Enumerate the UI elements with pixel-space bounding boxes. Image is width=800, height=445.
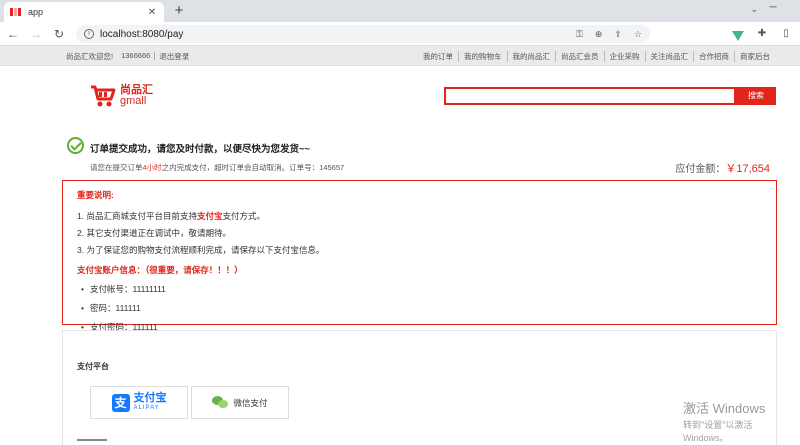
username-link[interactable]: 1366666 xyxy=(117,51,154,62)
site-logo[interactable]: 尚品汇 gmall xyxy=(90,80,170,112)
url-text[interactable]: localhost:8080/pay xyxy=(100,29,564,40)
logout-link[interactable]: 退出登录 xyxy=(155,51,193,62)
next-section-heading xyxy=(77,439,107,445)
site-info-icon[interactable]: i xyxy=(84,29,94,39)
platform-title: 支付平台 xyxy=(77,362,109,371)
browser-tab-strip: app ✕ + ⌄ ─ xyxy=(0,0,800,22)
minimize-window-icon[interactable]: ─ xyxy=(766,2,780,16)
close-tab-icon[interactable]: ✕ xyxy=(146,7,158,18)
site-top-bar: 尚品汇欢迎您! 1366666 退出登录 我的订单 我的购物车 我的尚品汇 尚品… xyxy=(0,46,800,66)
key-icon[interactable]: ⚿ xyxy=(576,29,583,40)
site-nav-links: 我的订单 我的购物车 我的尚品汇 尚品汇会员 企业采购 关注尚品汇 合作招商 商… xyxy=(418,51,775,62)
search-input[interactable] xyxy=(444,87,736,105)
link-membership[interactable]: 尚品汇会员 xyxy=(555,51,604,62)
amount-label: 应付金额： xyxy=(675,164,726,175)
vue-devtools-icon[interactable] xyxy=(732,31,744,41)
account-info-item: 支付帐号：11111111 xyxy=(81,283,762,295)
share-icon[interactable]: ⇪ xyxy=(614,29,622,40)
amount-value: ￥17,654 xyxy=(725,163,770,175)
deadline-hours: 4小时 xyxy=(142,163,162,172)
payment-deadline-text: 请您在提交订单4小时之内完成支付，超时订单会自动取消。订单号：145657 xyxy=(90,162,344,173)
link-my-orders[interactable]: 我的订单 xyxy=(418,51,458,62)
deadline-middle: 之内完成支付，超时订单会自动取消。订单号： xyxy=(161,163,320,172)
link-partners[interactable]: 合作招商 xyxy=(693,51,734,62)
tab-search-icon[interactable]: ⌄ xyxy=(750,4,758,15)
notice-item: 1. 尚品汇商城支付平台目前支持支付宝支付方式。 xyxy=(77,210,762,222)
link-my-account[interactable]: 我的尚品汇 xyxy=(506,51,556,62)
amount-due: 应付金额：￥17,654 xyxy=(675,160,770,176)
browser-toolbar: ← → ↻ i localhost:8080/pay ⚿ ⊕ ⇪ ☆ ✚ ▯ xyxy=(0,22,800,46)
tab-title: app xyxy=(28,7,44,17)
success-check-icon xyxy=(67,137,84,154)
notice-item: 2. 其它支付渠道正在调试中，敬请期待。 xyxy=(77,227,762,239)
account-info-list: 支付帐号：11111111 密码：111111 支付密码：111111 xyxy=(77,283,762,333)
reload-icon[interactable]: ↻ xyxy=(49,24,69,44)
alipay-icon: 支 xyxy=(111,393,130,412)
wechat-icon xyxy=(212,396,229,409)
alipay-option[interactable]: 支 支付宝 ALIPAY xyxy=(90,386,188,419)
logo-text-en: gmall xyxy=(120,95,147,107)
zoom-icon[interactable]: ⊕ xyxy=(595,29,603,40)
notice-heading: 重要说明: xyxy=(77,190,114,200)
important-notice: 重要说明: 1. 尚品汇商城支付平台目前支持支付宝支付方式。 2. 其它支付渠道… xyxy=(62,180,777,332)
search-button[interactable]: 搜索 xyxy=(736,87,776,105)
notice-list: 1. 尚品汇商城支付平台目前支持支付宝支付方式。 2. 其它支付渠道正在调试中，… xyxy=(77,210,762,256)
windows-watermark-sub: 转到"设置"以激活 Windows。 xyxy=(683,420,753,443)
link-my-cart[interactable]: 我的购物车 xyxy=(458,51,507,62)
user-info: 尚品汇欢迎您! 1366666 退出登录 xyxy=(62,51,193,62)
favicon-icon xyxy=(10,8,22,16)
link-seller-center[interactable]: 商家后台 xyxy=(734,51,775,62)
deadline-prefix: 请您在提交订单 xyxy=(90,163,143,172)
account-info-heading: 支付宝账户信息：（很重要，请保存！！！） xyxy=(77,265,243,275)
link-enterprise[interactable]: 企业采购 xyxy=(603,51,645,62)
notice-item-text: 支付方式。 xyxy=(222,211,265,221)
new-tab-button[interactable]: + xyxy=(170,2,188,20)
notice-item-text: 1. 尚品汇商城支付平台目前支持 xyxy=(77,211,197,221)
shopping-cart-icon xyxy=(91,85,116,107)
notice-item-text: 3. 为了保证您的购物支付流程顺利完成，请保存以下支付宝信息。 xyxy=(77,245,325,255)
forward-icon[interactable]: → xyxy=(26,24,46,44)
wechat-pay-label: 微信支付 xyxy=(233,397,268,408)
account-info-item: 密码：111111 xyxy=(81,302,762,314)
wechat-pay-option[interactable]: 微信支付 xyxy=(191,386,289,419)
browser-tab[interactable]: app ✕ xyxy=(4,2,164,22)
back-icon[interactable]: ← xyxy=(3,24,23,44)
welcome-text: 尚品汇欢迎您! xyxy=(66,52,114,61)
notice-item-text: 2. 其它支付渠道正在调试中，敬请期待。 xyxy=(77,228,231,238)
alipay-label-en: ALIPAY xyxy=(133,404,160,411)
payment-platform-section: 支付平台 支 支付宝 ALIPAY 微信支付 xyxy=(62,330,777,445)
link-follow[interactable]: 关注尚品汇 xyxy=(644,51,694,62)
windows-watermark-title: 激活 Windows xyxy=(683,401,766,416)
bookmark-star-icon[interactable]: ☆ xyxy=(634,29,642,40)
success-title: 订单提交成功，请您及时付款，以便尽快为您发货~~ xyxy=(90,144,311,155)
alipay-label: 支付宝 xyxy=(133,391,167,404)
side-panel-icon[interactable]: ▯ xyxy=(778,25,794,43)
notice-item: 3. 为了保证您的购物支付流程顺利完成，请保存以下支付宝信息。 xyxy=(77,244,762,256)
notice-highlight: 支付宝 xyxy=(196,211,223,221)
address-bar[interactable]: i localhost:8080/pay ⚿ ⊕ ⇪ ☆ xyxy=(76,25,650,43)
order-number: 145657 xyxy=(319,163,345,172)
extensions-icon[interactable]: ✚ xyxy=(754,25,770,43)
